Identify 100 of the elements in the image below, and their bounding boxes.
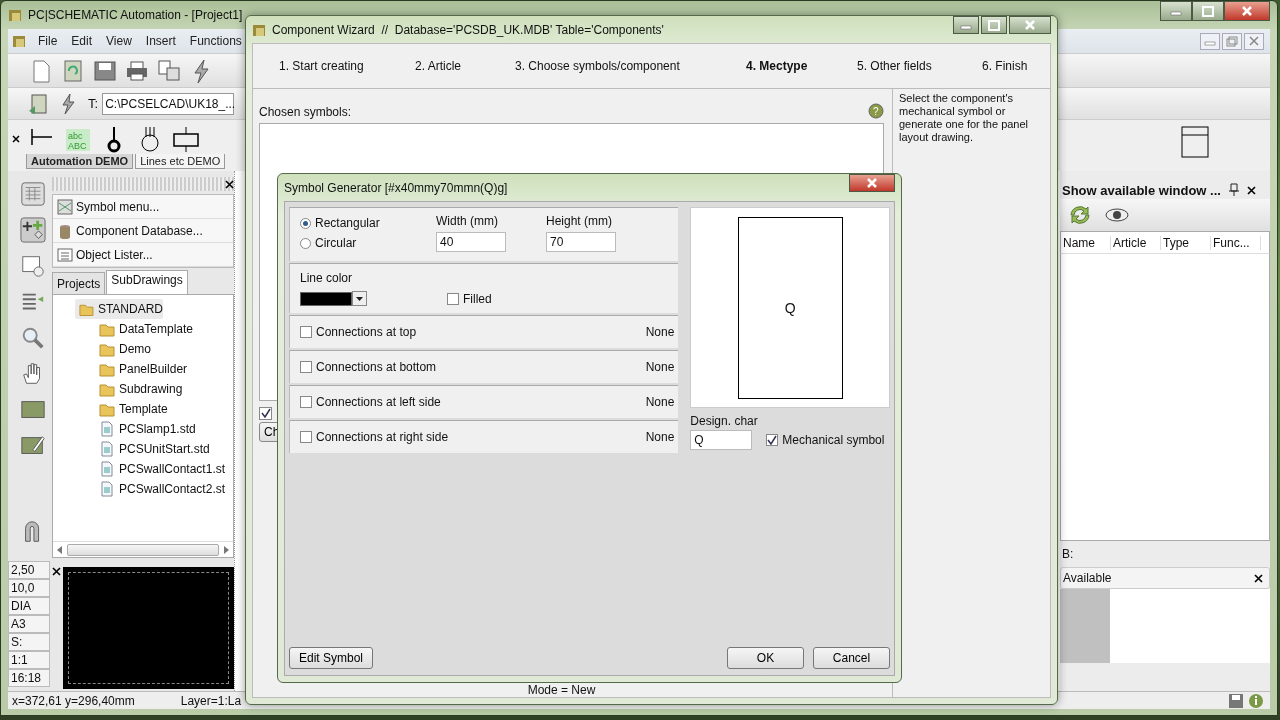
close-icon[interactable] <box>1246 185 1256 195</box>
field-label: Height (mm) <box>546 214 613 228</box>
checkbox-label: Connections at right side <box>316 430 449 444</box>
minimize-button[interactable] <box>953 16 979 34</box>
symbol-tab[interactable]: Lines etc DEMO <box>135 154 226 169</box>
tree-item[interactable]: STANDARD <box>75 299 163 319</box>
status-value: DIA <box>8 597 50 615</box>
height-field[interactable]: 70 <box>546 232 616 252</box>
database-icon <box>57 222 73 239</box>
dropdown-button[interactable] <box>352 291 367 306</box>
cursor-coordinates: x=372,61 y=296,40mm <box>12 693 135 708</box>
wizard-step[interactable]: 5. Other fields <box>857 59 982 73</box>
symbol-tab[interactable]: Automation DEMO <box>26 154 134 169</box>
dialog-title: Symbol Generator [#x40mmy70mmn(Q)g] <box>284 180 508 195</box>
checkbox[interactable] <box>259 407 272 420</box>
scroll-right-icon[interactable] <box>223 545 229 554</box>
tree-item[interactable]: PCSwallContact1.st <box>95 459 233 479</box>
pin-icon[interactable] <box>1226 183 1241 197</box>
tree-item[interactable]: PCSwallContact2.st <box>95 479 233 499</box>
field-label: Chosen symbols: <box>259 105 352 119</box>
folder-icon <box>99 401 115 417</box>
menu-item[interactable]: Insert <box>143 32 178 50</box>
checkbox[interactable] <box>447 292 459 305</box>
radio-button[interactable] <box>300 217 311 229</box>
panel-menu-item[interactable]: Object Lister... <box>53 243 233 267</box>
menu-item[interactable]: File <box>36 32 60 50</box>
connection-value: None <box>645 325 675 339</box>
wizard-step[interactable]: 4. Mectype <box>746 59 857 73</box>
maximize-button[interactable] <box>1192 1 1224 21</box>
eye-icon[interactable] <box>1104 205 1130 225</box>
cancel-button[interactable]: Cancel <box>813 647 890 669</box>
close-icon[interactable] <box>52 567 61 576</box>
panel-title: Show available window ... <box>1062 182 1221 198</box>
panel-menu-item[interactable]: Symbol menu... <box>53 195 233 219</box>
column-header[interactable]: Name <box>1061 235 1111 250</box>
tree-item[interactable]: Demo <box>95 339 233 359</box>
menu-item[interactable]: Functions <box>187 32 244 50</box>
checkbox-label: Mechanical symbol <box>782 433 885 447</box>
tree-item[interactable]: PanelBuilder <box>95 359 233 379</box>
path-field[interactable]: C:\PCSELCAD\UK18_... <box>102 92 235 115</box>
wizard-step[interactable]: 3. Choose symbols/component <box>515 59 746 73</box>
box-symbol-icon[interactable] <box>1180 125 1210 159</box>
star-plus-icon[interactable] <box>20 217 46 243</box>
app-icon <box>12 34 26 48</box>
maximize-icon <box>987 19 1001 31</box>
panel-tab[interactable]: Projects <box>52 272 106 294</box>
design-char-field[interactable]: Q <box>690 430 753 450</box>
window-title: PC|SCHEMATIC Automation - [Project1] <box>28 8 243 22</box>
maximize-button[interactable] <box>981 16 1007 34</box>
tree-item[interactable]: PCSUnitStart.std <box>95 439 233 459</box>
wizard-step[interactable]: 2. Article <box>415 59 515 73</box>
checkbox[interactable] <box>766 434 779 446</box>
symbol-menu-icon <box>57 198 73 215</box>
field-label: B: <box>1061 546 1075 563</box>
column-header[interactable]: Func... <box>1211 235 1261 250</box>
close-button[interactable] <box>1224 1 1270 21</box>
tree-item[interactable]: Subdrawing <box>95 379 233 399</box>
info-icon[interactable] <box>1248 692 1264 709</box>
coil-symbol-icon[interactable] <box>172 125 200 153</box>
ok-button[interactable]: OK <box>727 647 804 669</box>
checkbox-label: Filled <box>463 291 492 306</box>
column-header[interactable]: Article <box>1111 235 1161 250</box>
magnifier-icon[interactable] <box>20 325 46 351</box>
radio-button[interactable] <box>300 237 311 249</box>
app-icon <box>8 8 22 22</box>
status-value: S: <box>8 633 50 651</box>
close-icon[interactable] <box>1254 573 1263 583</box>
book-help-icon[interactable] <box>20 253 46 279</box>
copy-icon[interactable] <box>156 57 182 84</box>
scrollbar-thumb[interactable] <box>67 543 219 556</box>
scroll-left-icon[interactable] <box>57 545 63 554</box>
checkbox[interactable] <box>300 396 312 408</box>
edit-symbol-button[interactable]: Edit Symbol <box>289 647 374 669</box>
width-field[interactable]: 40 <box>436 232 506 252</box>
list-window-icon <box>57 246 73 263</box>
connection-value: None <box>645 430 675 444</box>
menu-item[interactable]: View <box>104 32 134 50</box>
color-swatch[interactable] <box>300 291 352 306</box>
wizard-step[interactable]: 1. Start creating <box>279 59 415 73</box>
tree-item[interactable]: PCSlamp1.std <box>95 419 233 439</box>
column-header[interactable]: Type <box>1161 235 1211 250</box>
tree-item[interactable]: Template <box>95 399 233 419</box>
close-icon[interactable] <box>225 179 234 189</box>
table-icon[interactable] <box>20 181 46 207</box>
panel-tab[interactable]: SubDrawings <box>106 270 188 294</box>
checkbox[interactable] <box>300 361 312 373</box>
menu-item[interactable]: Edit <box>69 32 95 50</box>
checkbox[interactable] <box>300 326 312 338</box>
wizard-step[interactable]: 6. Finish <box>982 59 1050 73</box>
close-icon[interactable] <box>12 135 20 143</box>
tree-item[interactable]: DataTemplate <box>95 319 233 339</box>
folder-icon <box>99 321 115 337</box>
close-button[interactable] <box>1009 16 1051 34</box>
mdi-close-button[interactable] <box>1244 32 1264 50</box>
close-button[interactable] <box>849 174 895 192</box>
restore-icon <box>1225 35 1239 47</box>
minimize-button[interactable] <box>1160 1 1192 21</box>
checkbox[interactable] <box>300 431 312 443</box>
floppy-icon[interactable] <box>1228 692 1244 709</box>
panel-menu-item[interactable]: Component Database... <box>53 219 233 243</box>
